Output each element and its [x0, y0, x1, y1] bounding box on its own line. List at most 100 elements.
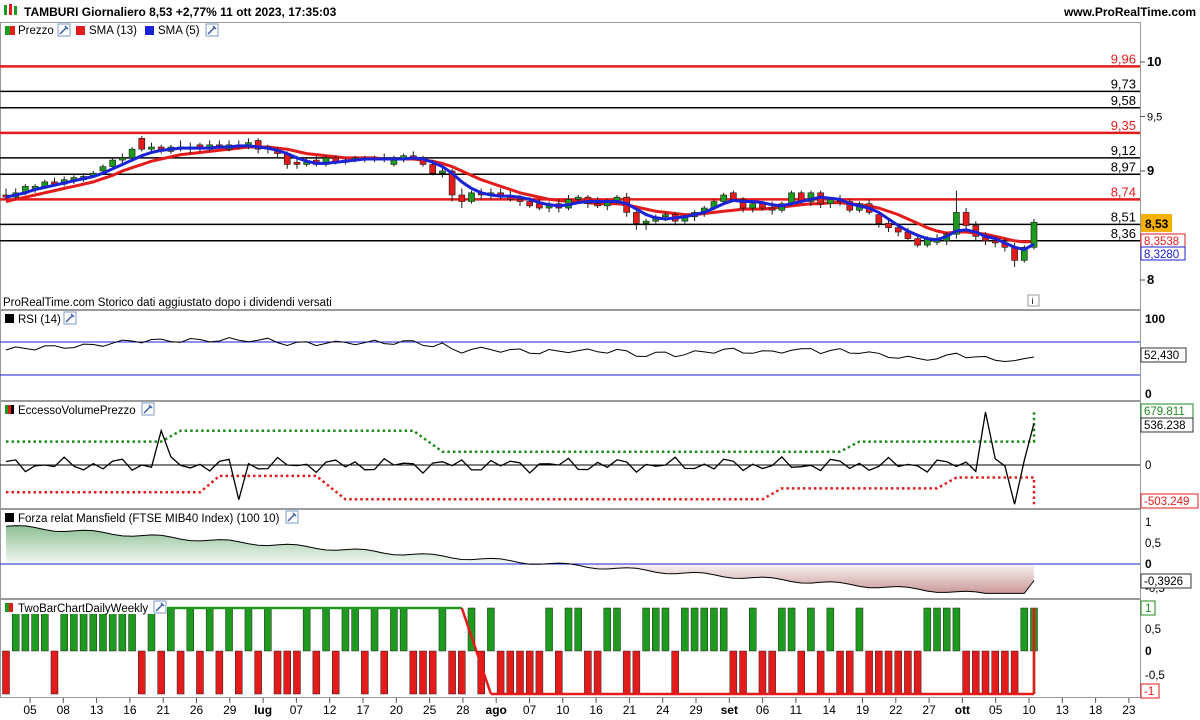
twobar-bar: [749, 607, 757, 652]
level-label: 8,97: [1111, 159, 1136, 174]
twobar-bar: [293, 650, 301, 695]
twobar-bar: [661, 607, 670, 652]
twobar-bar: [428, 650, 437, 695]
twobar-bar: [642, 607, 650, 652]
candle-body: [720, 194, 727, 202]
svg-text:8,3280: 8,3280: [1144, 249, 1179, 261]
twobar-bar: [215, 650, 224, 695]
twobar-bar: [923, 607, 932, 652]
twobar-bar: [496, 650, 505, 695]
twobar-bar: [506, 650, 515, 695]
wrench-icon[interactable]: [153, 600, 167, 614]
twobar-bar: [205, 607, 214, 652]
mansfield-positive-area: [6, 525, 1034, 564]
svg-text:1: 1: [1145, 517, 1151, 529]
wrench-icon[interactable]: [205, 23, 219, 37]
twobar-bar: [584, 650, 592, 695]
evp-panel: EccessoVolumePrezzo 679.811 536.238 0 -5…: [0, 402, 1199, 509]
candle-body: [574, 196, 582, 200]
twobar-bar: [157, 650, 165, 695]
candle-body: [148, 146, 155, 150]
twobar-bar: [632, 650, 641, 695]
twobar-bar: [555, 650, 563, 695]
info-icon[interactable]: i: [1027, 294, 1040, 307]
candle-body: [768, 207, 776, 211]
price-tick-label: 9: [1147, 163, 1154, 178]
twobar-bar: [361, 650, 369, 695]
sma13-path: [5, 145, 1035, 244]
twobar-bar: [768, 650, 776, 695]
level-label: 8,74: [1111, 184, 1136, 199]
price-tick-label: 9,5: [1147, 112, 1162, 124]
twobar-bars: [2, 607, 1038, 695]
twobar-title: TwoBarChartDailyWeekly: [18, 603, 148, 615]
twobar-bar: [652, 607, 660, 652]
wrench-icon[interactable]: [57, 23, 71, 37]
x-tick-label: 07: [290, 703, 304, 717]
candle-body: [109, 159, 116, 167]
x-tick-label: 28: [456, 703, 470, 717]
x-tick-label: 26: [190, 703, 204, 717]
twobar-bar: [254, 650, 262, 695]
x-tick-label: 05: [989, 703, 1003, 717]
twobar-bar: [302, 607, 311, 652]
candle-body: [99, 166, 107, 172]
x-tick-label: 13: [1056, 703, 1070, 717]
twobar-bar: [816, 650, 825, 695]
twobar-bar: [235, 650, 243, 695]
twobar-bar: [273, 650, 282, 695]
candle-body: [293, 161, 301, 165]
twobar-bar: [787, 607, 796, 652]
twobar-bar: [167, 607, 175, 652]
svg-text:0: 0: [1145, 557, 1152, 571]
level-label: 8,36: [1111, 226, 1136, 241]
twobar-bar: [331, 650, 340, 695]
twobar-bar: [778, 607, 786, 652]
sma5-legend-swatch: [145, 26, 154, 35]
candle-body: [429, 164, 437, 174]
x-tick-label: 11: [790, 703, 803, 717]
twobar-bar: [807, 607, 815, 652]
twobar-bar: [283, 650, 291, 695]
evp-upper-value: 679.811: [1144, 406, 1185, 418]
mansfield-value: -0,3926: [1144, 576, 1183, 588]
level-label: 9,96: [1111, 51, 1136, 66]
twobar-bar: [904, 650, 912, 695]
panel-frames: [0, 22, 1141, 698]
twobar-bar: [487, 607, 495, 652]
evp-zero-label: 0: [1145, 460, 1151, 472]
legend-sma5: SMA (5): [158, 25, 200, 37]
candle-body: [662, 214, 669, 218]
rsi-bottom-label: 0: [1145, 387, 1152, 401]
x-tick-label: 05: [23, 703, 37, 717]
twobar-bar: [942, 607, 951, 652]
twobar-bar: [613, 607, 621, 652]
twobar-bar: [244, 607, 253, 652]
svg-text:8,53: 8,53: [1145, 217, 1169, 231]
svg-text:i: i: [1032, 296, 1034, 306]
rsi-line: [5, 337, 1035, 363]
rsi-title: RSI (14): [18, 314, 61, 326]
wrench-icon[interactable]: [63, 311, 77, 325]
wrench-icon[interactable]: [141, 402, 155, 416]
x-tick-label: 14: [823, 703, 837, 717]
twobar-bar: [972, 650, 980, 695]
price-legend-icon: [5, 26, 10, 35]
twobar-bar: [138, 650, 146, 695]
x-tick-label: 08: [57, 703, 71, 717]
level-label: 9,35: [1111, 118, 1136, 133]
twobar-bar: [758, 650, 767, 695]
twobar-bar: [351, 607, 359, 652]
evp-upper-band: [6, 412, 1036, 453]
twobar-bar: [574, 607, 582, 652]
candle-body: [458, 194, 466, 202]
stock-chart: TAMBURI Giornaliero 8,53 +2,77% 11 ott 2…: [0, 0, 1200, 717]
legend-sma13: SMA (13): [89, 25, 137, 37]
twobar-icon: [5, 603, 9, 612]
twobar-bar: [147, 607, 156, 652]
wrench-icon[interactable]: [285, 510, 299, 524]
twobar-bar: [322, 607, 330, 652]
level-label: 8,51: [1111, 209, 1136, 224]
x-tick-label: ott: [955, 703, 970, 717]
candle-body: [439, 170, 446, 174]
